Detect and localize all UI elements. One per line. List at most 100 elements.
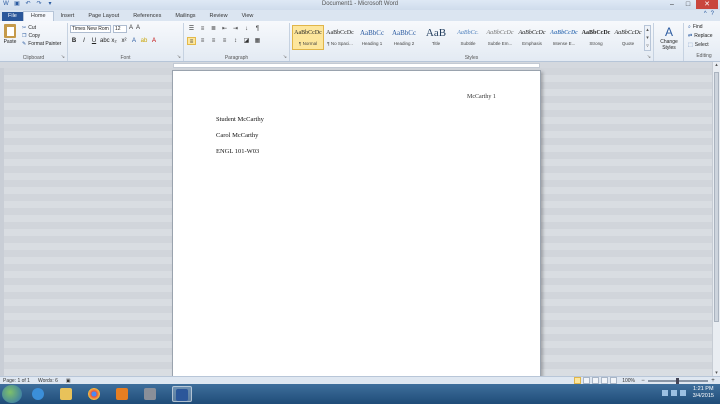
tab-file[interactable]: File <box>2 12 23 21</box>
sort-icon[interactable]: ↓ <box>242 25 251 33</box>
styles-launcher-icon[interactable]: ↘ <box>647 54 651 60</box>
underline-button[interactable]: U <box>90 37 98 45</box>
start-button[interactable] <box>2 385 22 403</box>
minimize-button[interactable]: – <box>664 0 680 9</box>
highlight-icon[interactable]: ab <box>140 37 148 45</box>
styles-scrollbar[interactable]: ▴ ▾ ▿ <box>644 25 651 51</box>
font-color-icon[interactable]: A <box>150 37 158 45</box>
paste-button[interactable]: Paste <box>3 24 17 45</box>
tab-home[interactable]: Home <box>22 11 54 21</box>
text-effects-icon[interactable]: A <box>130 37 138 45</box>
find-button[interactable]: ⌕ Find <box>684 23 720 32</box>
scroll-up-icon[interactable]: ▴ <box>713 62 720 68</box>
cut-button[interactable]: ✂ Cut <box>22 24 61 32</box>
clipboard-launcher-icon[interactable]: ↘ <box>61 54 65 60</box>
scroll-thumb[interactable] <box>714 72 719 322</box>
taskbar-chrome-icon[interactable] <box>84 386 104 402</box>
help-icon[interactable]: ? <box>711 11 714 17</box>
tray-volume-icon[interactable] <box>680 390 686 396</box>
horizontal-ruler[interactable] <box>173 63 540 68</box>
taskbar-word-icon[interactable] <box>172 386 192 402</box>
style-subtitle[interactable]: AaBbCc. Subtitle <box>452 25 484 50</box>
style-emphasis[interactable]: AaBbCcDc Emphasis <box>516 25 548 50</box>
style-name: ¶ No Spaci... <box>327 41 353 46</box>
maximize-button[interactable]: □ <box>680 0 696 9</box>
justify-icon[interactable]: ≡ <box>220 37 229 45</box>
format-painter-button[interactable]: ✎ Format Painter <box>22 40 61 48</box>
zoom-slider[interactable] <box>648 377 708 384</box>
bold-button[interactable]: B <box>70 37 78 45</box>
print-layout-view-icon[interactable] <box>574 377 582 384</box>
style-subtle-emphasis[interactable]: AaBbCcDc Subtle Em... <box>484 25 516 50</box>
show-hide-marks-icon[interactable]: ¶ <box>253 25 262 33</box>
shading-icon[interactable]: ◪ <box>242 37 251 45</box>
font-size-combo[interactable]: 12 <box>113 25 127 33</box>
font-name-combo[interactable]: Times New Rom <box>70 25 111 33</box>
style-heading-2[interactable]: AaBbCc Heading 2 <box>388 25 420 50</box>
superscript-button[interactable]: x² <box>120 37 128 45</box>
style-name: Title <box>431 41 441 46</box>
style-intense-emphasis[interactable]: AaBbCcDc Intense E... <box>548 25 580 50</box>
font-launcher-icon[interactable]: ↘ <box>177 54 181 60</box>
find-label: Find <box>692 24 703 30</box>
document-page[interactable]: McCarthy 1 Student McCarthy Carol McCart… <box>172 70 541 380</box>
tab-references[interactable]: References <box>126 12 168 21</box>
style-no-spacing[interactable]: AaBbCcDc ¶ No Spaci... <box>324 25 356 50</box>
tab-insert[interactable]: Insert <box>54 12 82 21</box>
minimize-ribbon-icon[interactable]: ^ <box>704 11 707 17</box>
bullets-icon[interactable]: ☰ <box>187 25 196 33</box>
tray-flag-icon[interactable] <box>662 390 668 396</box>
align-right-icon[interactable]: ≡ <box>209 37 218 45</box>
cut-label: Cut <box>28 25 36 31</box>
zoom-level[interactable]: 100% <box>622 378 635 384</box>
tab-view[interactable]: View <box>235 12 261 21</box>
decrease-indent-icon[interactable]: ⇤ <box>220 25 229 33</box>
subscript-button[interactable]: x₂ <box>110 37 118 45</box>
numbering-icon[interactable]: ≡ <box>198 25 207 33</box>
style-preview: AaBbCcDc <box>518 30 546 36</box>
tab-mailings[interactable]: Mailings <box>168 12 202 21</box>
styles-group: AaBbCcDc ¶ Normal AaBbCcDc ¶ No Spaci... A… <box>290 23 654 61</box>
style-title[interactable]: AaB Title <box>420 25 452 50</box>
full-screen-reading-view-icon[interactable] <box>583 377 591 384</box>
tab-review[interactable]: Review <box>203 12 235 21</box>
tray-network-icon[interactable] <box>671 390 677 396</box>
style-name: ¶ Normal <box>298 41 318 46</box>
paragraph-launcher-icon[interactable]: ↘ <box>283 54 287 60</box>
copy-button[interactable]: ❐ Copy <box>22 32 61 40</box>
taskbar-explorer-icon[interactable] <box>56 386 76 402</box>
multilevel-list-icon[interactable]: ≣ <box>209 25 218 33</box>
align-left-icon[interactable]: ≡ <box>187 37 196 45</box>
copy-label: Copy <box>28 33 41 39</box>
style-normal[interactable]: AaBbCcDc ¶ Normal <box>292 25 324 50</box>
borders-icon[interactable]: ▦ <box>253 37 262 45</box>
outline-view-icon[interactable] <box>601 377 609 384</box>
style-preview: AaBbCc. <box>457 30 479 36</box>
italic-button[interactable]: I <box>80 37 88 45</box>
clock[interactable]: 1:21 PM 3/4/2015 <box>693 386 714 400</box>
tab-page-layout[interactable]: Page Layout <box>81 12 126 21</box>
align-center-icon[interactable]: ≡ <box>198 37 207 45</box>
strikethrough-button[interactable]: abc <box>100 37 110 45</box>
line-spacing-icon[interactable]: ↕ <box>231 37 240 45</box>
increase-indent-icon[interactable]: ⇥ <box>231 25 240 33</box>
style-strong[interactable]: AaBbCcDc Strong <box>580 25 612 50</box>
change-styles-button[interactable]: A Change Styles <box>657 25 681 51</box>
style-heading-1[interactable]: AaBbCc Heading 1 <box>356 25 388 50</box>
vertical-scrollbar[interactable]: ▴ ▾ <box>712 62 720 376</box>
vertical-ruler[interactable] <box>0 68 4 378</box>
draft-view-icon[interactable] <box>610 377 618 384</box>
taskbar-media-player-icon[interactable] <box>112 386 132 402</box>
zoom-out-icon[interactable]: − <box>640 378 646 384</box>
close-button[interactable]: ✕ <box>696 0 718 9</box>
taskbar-app-icon[interactable] <box>140 386 160 402</box>
select-button[interactable]: ⬚ Select <box>684 41 720 50</box>
web-layout-view-icon[interactable] <box>592 377 600 384</box>
grow-shrink-font[interactable]: A A <box>129 25 141 31</box>
replace-button[interactable]: ⇄ Replace <box>684 32 720 41</box>
style-quote[interactable]: AaBbCcDc Quote <box>612 25 644 50</box>
zoom-in-icon[interactable]: + <box>710 378 716 384</box>
format-painter-label: Format Painter <box>28 41 62 47</box>
style-name: Subtle Em... <box>487 41 513 46</box>
taskbar-ie-icon[interactable] <box>28 386 48 402</box>
